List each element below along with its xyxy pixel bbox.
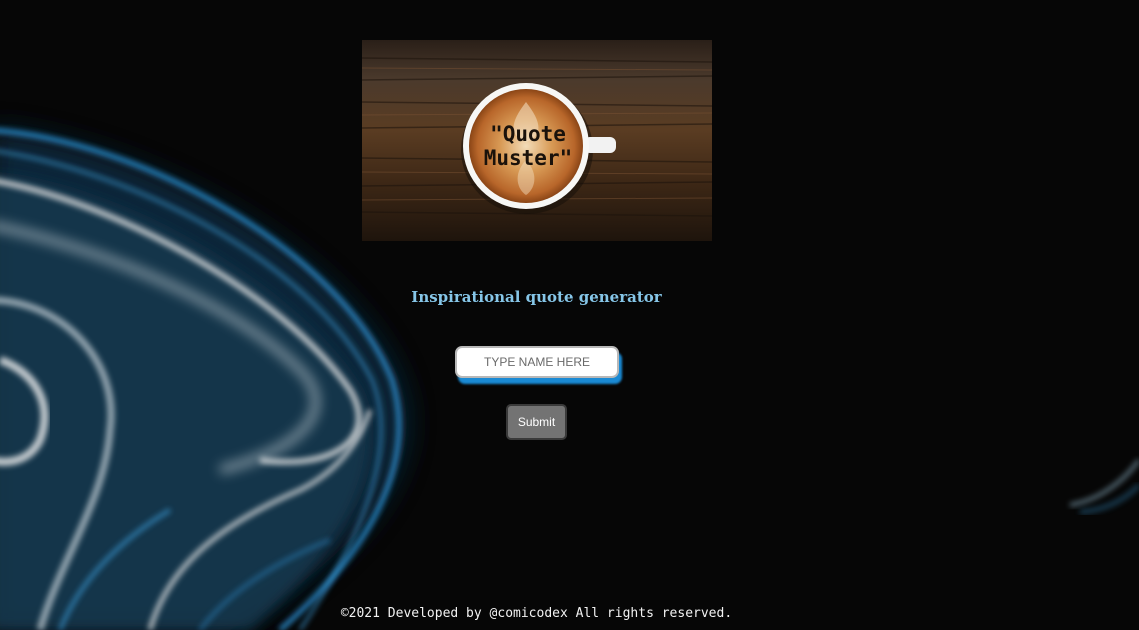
- logo-text-line2: Muster": [484, 146, 573, 170]
- footer-copyright: ©2021 Developed by @comicodex All rights…: [340, 606, 733, 621]
- tagline: Inspirational quote generator: [411, 288, 662, 306]
- name-input[interactable]: [455, 346, 619, 378]
- logo-text-line1: "Quote: [490, 122, 566, 146]
- quote-muster-logo: "Quote Muster": [362, 40, 712, 241]
- submit-button[interactable]: Submit: [506, 404, 567, 440]
